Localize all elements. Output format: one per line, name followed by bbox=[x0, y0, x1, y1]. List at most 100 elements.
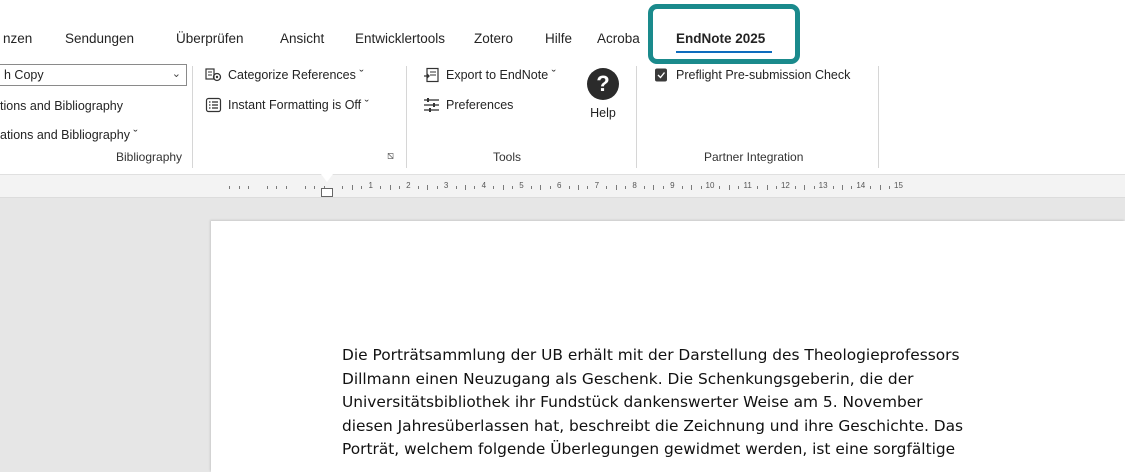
ruler-number: 13 bbox=[818, 181, 828, 190]
tab-hilfe[interactable]: Hilfe bbox=[545, 31, 572, 46]
ruler-tick bbox=[653, 185, 655, 190]
ruler-number: 11 bbox=[743, 181, 752, 190]
ruler-tick bbox=[738, 186, 740, 189]
document-line: Universitätsbibliothek ihr Fundstück dan… bbox=[342, 393, 923, 411]
ruler-tick bbox=[870, 186, 872, 189]
ruler-tick bbox=[794, 186, 796, 189]
ruler-number: 7 bbox=[594, 181, 600, 190]
ruler-tick bbox=[804, 185, 806, 190]
preferences-label: Preferences bbox=[446, 98, 514, 112]
document-line: Porträt, welchem folgende Überlegungen g… bbox=[342, 440, 956, 458]
preferences-button[interactable]: Preferences bbox=[422, 97, 513, 113]
ruler-tick bbox=[436, 186, 438, 189]
ruler-tick bbox=[398, 186, 400, 189]
bibliography-group-label: Bibliography bbox=[116, 150, 183, 164]
ruler-tick bbox=[380, 186, 382, 189]
partner-integration-group-label: Partner Integration bbox=[704, 150, 804, 164]
ruler-tick bbox=[587, 186, 589, 189]
categorize-references-button[interactable]: Categorize References ˇ bbox=[204, 67, 363, 83]
ruler-tick bbox=[851, 186, 853, 189]
convert-citations-button[interactable]: ations and Bibliography ˇ bbox=[0, 128, 138, 142]
ruler-tick bbox=[615, 185, 617, 190]
ruler-tick bbox=[700, 186, 702, 189]
tab-sendungen[interactable]: Sendungen bbox=[65, 31, 134, 46]
ruler-tick bbox=[464, 185, 466, 190]
ruler-tick bbox=[578, 185, 580, 190]
update-citations-button[interactable]: tions and Bibliography bbox=[0, 99, 123, 113]
ruler-number: 1 bbox=[368, 181, 373, 190]
ribbon-separator bbox=[406, 66, 407, 168]
ruler-tick bbox=[493, 186, 495, 189]
tab-ansicht[interactable]: Ansicht bbox=[280, 31, 324, 46]
tab-ueberpruefen[interactable]: Überprüfen bbox=[176, 31, 244, 46]
ruler-tick bbox=[361, 186, 363, 189]
export-to-endnote-label: Export to EndNote ˇ bbox=[446, 68, 556, 82]
style-dropdown[interactable]: h Copy ⌄ bbox=[0, 64, 187, 86]
ruler-tick bbox=[238, 186, 240, 189]
ruler-number: 8 bbox=[632, 181, 637, 190]
ruler-tick bbox=[775, 186, 777, 189]
ribbon-tab-bar: nzen Sendungen Überprüfen Ansicht Entwic… bbox=[0, 0, 1125, 56]
endnote-tab-highlight bbox=[648, 4, 800, 64]
ruler-number: 2 bbox=[406, 181, 411, 190]
ruler-tick bbox=[389, 185, 391, 190]
dialog-launcher-icon[interactable]: ⧅ bbox=[387, 150, 394, 163]
document-line: Dillmann einen Neuzugang als Geschenk. D… bbox=[342, 369, 914, 388]
help-label: Help bbox=[590, 106, 616, 120]
preferences-icon bbox=[422, 97, 440, 113]
ruler-tick bbox=[229, 186, 231, 189]
ribbon-separator bbox=[192, 66, 193, 168]
preflight-check-button[interactable]: Preflight Pre-submission Check bbox=[652, 67, 850, 83]
ruler-tick bbox=[662, 186, 664, 189]
update-citations-label: tions and Bibliography bbox=[0, 99, 123, 113]
tab-zotero[interactable]: Zotero bbox=[474, 31, 513, 46]
horizontal-ruler[interactable]: 1 2 3 4 5 6 7 8 9 10 11 12 13 14 15 bbox=[0, 175, 1125, 198]
ruler-tick bbox=[512, 186, 514, 189]
ruler-tick bbox=[530, 186, 532, 189]
ruler-tick bbox=[304, 186, 306, 189]
help-button[interactable]: ? Help bbox=[582, 66, 624, 128]
ruler-number: 9 bbox=[670, 181, 675, 190]
ruler-tick bbox=[568, 186, 570, 189]
ruler-tick bbox=[625, 186, 627, 189]
ruler-tick bbox=[832, 186, 834, 189]
ribbon-separator bbox=[636, 66, 637, 168]
indent-marker-icon[interactable] bbox=[321, 174, 333, 182]
instant-formatting-label: Instant Formatting is Off ˇ bbox=[228, 98, 369, 112]
ruler-tick bbox=[248, 186, 250, 189]
ruler-tick bbox=[813, 186, 815, 189]
style-dropdown-value: h Copy bbox=[4, 68, 44, 82]
export-icon bbox=[422, 67, 440, 83]
ruler-number: 5 bbox=[519, 181, 524, 190]
left-indent-marker-icon[interactable] bbox=[321, 188, 333, 197]
export-to-endnote-button[interactable]: Export to EndNote ˇ bbox=[422, 67, 556, 83]
tab-entwicklertools[interactable]: Entwicklertools bbox=[355, 31, 445, 46]
ruler-tick bbox=[455, 186, 457, 189]
tools-group-label: Tools bbox=[493, 150, 522, 164]
ruler-tick bbox=[757, 186, 759, 189]
ruler-tick bbox=[540, 185, 542, 190]
document-body[interactable]: Die Porträtsammlung der UB erhält mit de… bbox=[342, 344, 1102, 462]
ruler-number: 12 bbox=[780, 181, 790, 190]
ruler-number: 14 bbox=[856, 181, 866, 190]
ruler-tick bbox=[728, 185, 730, 190]
convert-citations-label: ations and Bibliography ˇ bbox=[0, 128, 138, 142]
ruler-tick bbox=[267, 186, 269, 189]
tab-referenzen[interactable]: nzen bbox=[3, 31, 32, 46]
instant-formatting-icon bbox=[204, 97, 222, 113]
ruler-tick bbox=[644, 186, 646, 189]
ruler-tick bbox=[879, 185, 881, 190]
ruler-tick bbox=[606, 186, 608, 189]
document-line: Die Porträtsammlung der UB erhält mit de… bbox=[342, 346, 960, 364]
tab-acrobat[interactable]: Acroba bbox=[597, 31, 640, 46]
ruler-tick bbox=[841, 185, 843, 190]
ruler-tick bbox=[314, 186, 316, 189]
ruler-number: 15 bbox=[894, 181, 903, 190]
ruler-tick bbox=[681, 186, 683, 189]
ruler-tick bbox=[417, 186, 419, 189]
chevron-down-icon: ⌄ bbox=[171, 68, 181, 80]
ruler-tick bbox=[691, 185, 693, 190]
instant-formatting-button[interactable]: Instant Formatting is Off ˇ bbox=[204, 97, 369, 113]
ruler-tick bbox=[719, 186, 721, 189]
categorize-references-label: Categorize References ˇ bbox=[228, 68, 364, 82]
